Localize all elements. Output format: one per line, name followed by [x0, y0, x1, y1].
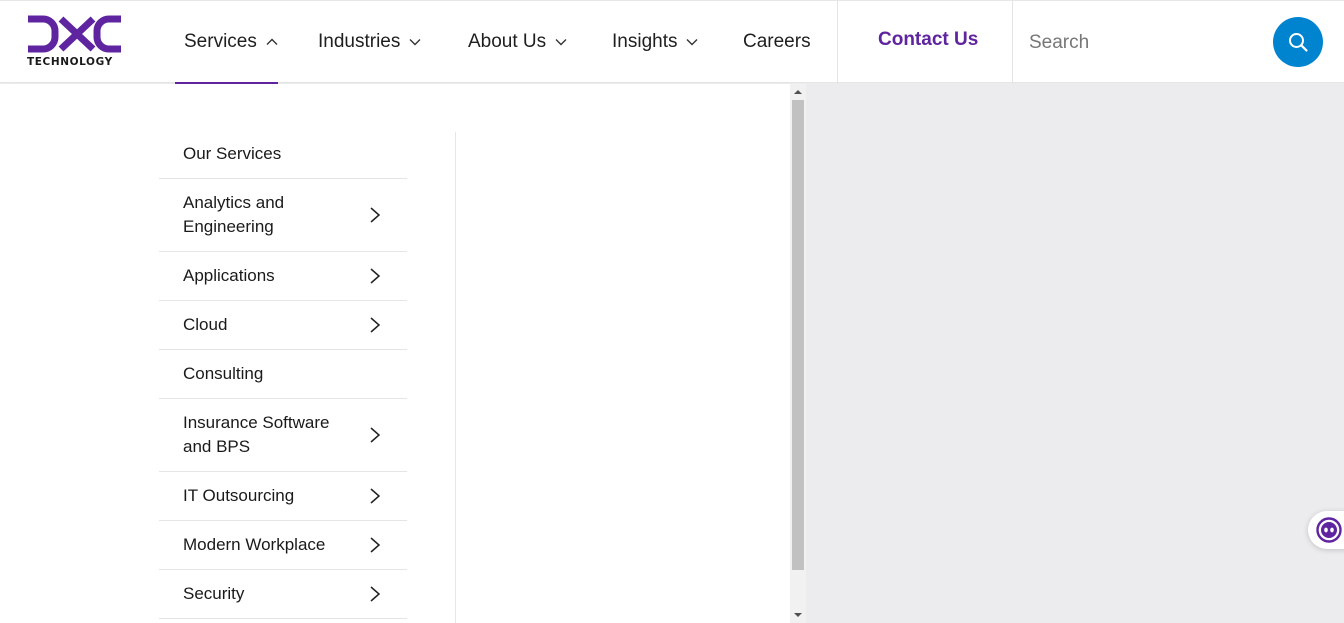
nav-industries-label: Industries: [318, 31, 401, 52]
chevron-up-icon: [266, 38, 278, 45]
menu-item-label: Analytics and Engineering: [183, 193, 285, 236]
nav-careers-label: Careers: [743, 31, 811, 52]
menu-item-insurance-software-and-bps[interactable]: Insurance Software and BPS: [159, 399, 407, 472]
chevron-right-icon: [370, 268, 381, 284]
menu-item-security[interactable]: Security: [159, 570, 407, 619]
scroll-up-arrow[interactable]: [790, 84, 806, 100]
dxc-logo-mark: [28, 15, 121, 53]
menu-item-our-services[interactable]: Our Services: [159, 130, 407, 179]
search-button[interactable]: [1273, 17, 1323, 67]
nav-about-us-label: About Us: [468, 31, 547, 52]
chevron-right-icon: [370, 537, 381, 553]
contact-us-link[interactable]: Contact Us: [878, 29, 978, 51]
chevron-right-icon: [370, 488, 381, 504]
scroll-down-arrow[interactable]: [790, 607, 806, 623]
triangle-down-icon: [794, 613, 802, 617]
services-dropdown-panel: Our Services Analytics and Engineering A…: [0, 84, 790, 623]
menu-item-label: Cloud: [183, 315, 228, 334]
menu-item-cloud[interactable]: Cloud: [159, 301, 407, 350]
search-input[interactable]: [1020, 25, 1256, 61]
menu-item-applications[interactable]: Applications: [159, 252, 407, 301]
nav-insights-label: Insights: [612, 31, 678, 52]
nav-insights[interactable]: Insights: [612, 29, 698, 55]
nav-about-us[interactable]: About Us: [468, 29, 567, 55]
header-divider: [837, 1, 838, 84]
chevron-right-icon: [370, 317, 381, 333]
menu-item-analytics-and-engineering[interactable]: Analytics and Engineering: [159, 179, 407, 252]
search-icon: [1289, 33, 1308, 52]
menu-item-modern-workplace[interactable]: Modern Workplace: [159, 521, 407, 570]
menu-item-label: Modern Workplace: [183, 535, 326, 554]
nav-industries[interactable]: Industries: [318, 29, 421, 55]
menu-item-label: Consulting: [183, 364, 264, 383]
dxc-logo[interactable]: TECHNOLOGY: [27, 15, 123, 71]
site-header: TECHNOLOGY Services Industries About Us …: [0, 0, 1344, 84]
scroll-thumb[interactable]: [792, 100, 804, 570]
dropdown-scrollbar[interactable]: [790, 84, 806, 623]
chevron-down-icon: [409, 39, 421, 46]
menu-item-consulting[interactable]: Consulting: [159, 350, 407, 399]
nav-services-label: Services: [184, 31, 257, 52]
services-menu: Our Services Analytics and Engineering A…: [159, 130, 407, 619]
menu-item-label: Applications: [183, 266, 275, 285]
chevron-right-icon: [370, 207, 381, 223]
chevron-down-icon: [686, 39, 698, 46]
nav-careers[interactable]: Careers: [743, 29, 811, 55]
menu-item-label: Our Services: [183, 144, 282, 163]
menu-item-it-outsourcing[interactable]: IT Outsourcing: [159, 472, 407, 521]
logo-tagline: TECHNOLOGY: [27, 56, 113, 68]
nav-services[interactable]: Services: [184, 29, 278, 55]
header-divider: [1012, 1, 1013, 84]
chat-bot-icon: [1316, 517, 1342, 543]
chevron-right-icon: [370, 586, 381, 602]
menu-item-label: Insurance Software and BPS: [183, 413, 330, 456]
menu-item-label: Security: [183, 584, 245, 603]
menu-item-label: IT Outsourcing: [183, 486, 295, 505]
panel-column-divider: [455, 132, 456, 623]
chat-widget-button[interactable]: [1308, 511, 1344, 549]
chevron-down-icon: [555, 39, 567, 46]
chevron-right-icon: [370, 427, 381, 443]
triangle-up-icon: [794, 90, 802, 94]
